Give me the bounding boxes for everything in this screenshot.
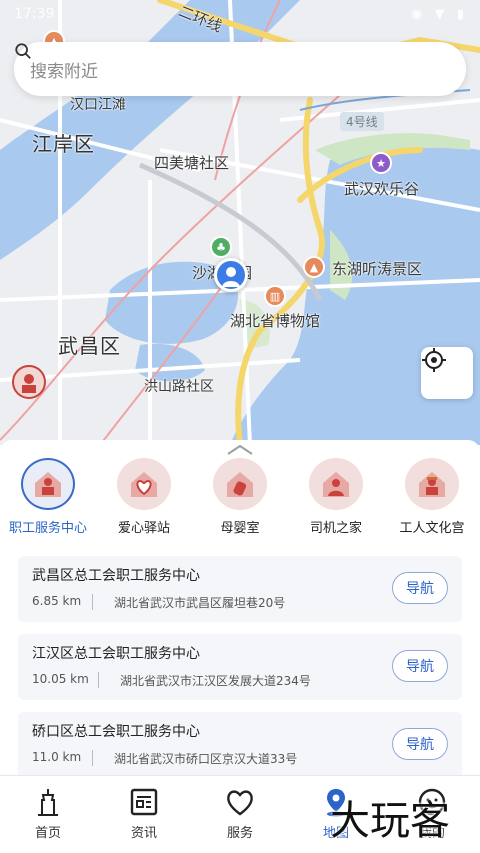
tab-home[interactable]: 首页: [0, 776, 96, 853]
result-title: 江汉区总工会职工服务中心: [32, 646, 200, 662]
tab-label: 资讯: [130, 826, 157, 841]
driver-home-icon: [309, 458, 363, 510]
search-bar[interactable]: 搜索附近: [14, 42, 466, 96]
navigate-button[interactable]: 导航: [392, 572, 448, 604]
watermark-text: 大玩客: [330, 798, 450, 844]
result-card[interactable]: 江汉区总工会职工服务中心 10.05 km 湖北省武汉市江汉区发展大道234号 …: [18, 634, 462, 700]
tab-service[interactable]: 服务: [192, 776, 288, 853]
map-road-tag-line4: 4号线: [340, 112, 384, 131]
current-location-avatar[interactable]: [214, 258, 248, 292]
navigate-button[interactable]: 导航: [392, 728, 448, 760]
result-list: 武昌区总工会职工服务中心 6.85 km 湖北省武汉市武昌区履坦巷20号 导航 …: [18, 556, 462, 790]
workers-cultural-palace-icon: [405, 458, 459, 510]
scenic-area-poi-icon[interactable]: ▲: [303, 256, 325, 278]
love-station-icon: [117, 458, 171, 510]
result-divider: [92, 750, 93, 766]
status-icons: ◉ ▼ ▮: [411, 7, 468, 22]
chevron-up-icon[interactable]: [224, 442, 256, 458]
home-tower-icon: [38, 789, 58, 816]
nearby-panel: 职工服务中心 爱心驿站 母婴室 司机之家 工人文化宫 武昌区总工会职工服务中心 …: [0, 440, 480, 778]
heart-icon: [227, 790, 253, 816]
map-label-hankou-jiangtan: 汉口江滩: [70, 97, 126, 113]
result-distance: 10.05 km: [32, 672, 89, 686]
park-poi-icon[interactable]: ♣: [210, 236, 232, 258]
locate-me-button[interactable]: [421, 347, 473, 399]
map-label-simeitang: 四美塘社区: [154, 154, 230, 172]
result-distance: 11.0 km: [32, 750, 82, 764]
category-worker-service-center[interactable]: 职工服务中心: [0, 458, 96, 536]
category-label: 工人文化宫: [399, 521, 465, 536]
tab-news[interactable]: 资讯: [96, 776, 192, 853]
news-icon: [130, 788, 158, 816]
result-card[interactable]: 硚口区总工会职工服务中心 11.0 km 湖北省武汉市硚口区京汉大道33号 导航: [18, 712, 462, 778]
worker-service-center-marker[interactable]: [12, 365, 46, 399]
category-workers-cultural-palace[interactable]: 工人文化宫: [384, 458, 480, 536]
map-label-jiangan-qu: 江岸区: [32, 132, 95, 156]
tab-label: 服务: [226, 826, 253, 841]
category-mother-baby-room[interactable]: 母婴室: [192, 458, 288, 536]
result-title: 硚口区总工会职工服务中心: [32, 724, 200, 740]
map-view[interactable]: 17:39 ◉ ▼ ▮ 二环线 汉口江滩 江岸区 四美塘社区 4号线 武汉欢乐谷…: [0, 0, 480, 445]
result-divider: [98, 672, 99, 688]
result-address: 湖北省武汉市武昌区履坦巷20号: [114, 596, 286, 610]
map-label-wuchang-qu: 武昌区: [58, 334, 121, 358]
museum-poi-icon[interactable]: ▥: [264, 285, 286, 307]
worker-service-center-icon: [21, 458, 75, 510]
category-row: 职工服务中心 爱心驿站 母婴室 司机之家 工人文化宫: [0, 458, 480, 536]
category-driver-home[interactable]: 司机之家: [288, 458, 384, 536]
result-address: 湖北省武汉市江汉区发展大道234号: [120, 674, 311, 688]
app-root: 17:39 ◉ ▼ ▮ 二环线 汉口江滩 江岸区 四美塘社区 4号线 武汉欢乐谷…: [0, 0, 480, 853]
map-label-wuhan-huanlegu: 武汉欢乐谷: [344, 180, 420, 198]
category-label: 爱心驿站: [117, 521, 170, 536]
search-placeholder[interactable]: 搜索附近: [30, 57, 98, 82]
result-distance: 6.85 km: [32, 594, 82, 608]
user-avatar-icon: [222, 267, 240, 287]
map-label-bowuguan: 湖北省博物馆: [230, 312, 321, 330]
category-label: 母婴室: [220, 521, 260, 536]
navigate-button[interactable]: 导航: [392, 650, 448, 682]
result-address: 湖北省武汉市硚口区京汉大道33号: [114, 752, 298, 766]
amusement-park-poi-icon[interactable]: ★: [370, 152, 392, 174]
category-love-station[interactable]: 爱心驿站: [96, 458, 192, 536]
worker-marker-icon: [22, 374, 36, 393]
map-label-hongshanlu: 洪山路社区: [144, 379, 214, 395]
category-label: 司机之家: [309, 521, 362, 536]
crosshair-icon: [422, 348, 446, 372]
mother-baby-room-icon: [213, 458, 267, 510]
tab-label: 首页: [34, 826, 61, 841]
result-divider: [92, 594, 93, 610]
result-title: 武昌区总工会职工服务中心: [32, 568, 200, 584]
map-label-donghu: 东湖听涛景区: [332, 260, 423, 278]
category-label: 职工服务中心: [8, 521, 87, 536]
result-card[interactable]: 武昌区总工会职工服务中心 6.85 km 湖北省武汉市武昌区履坦巷20号 导航: [18, 556, 462, 622]
search-icon: [15, 43, 31, 59]
status-time: 17:39: [14, 6, 55, 22]
status-bar: 17:39 ◉ ▼ ▮: [0, 0, 480, 34]
